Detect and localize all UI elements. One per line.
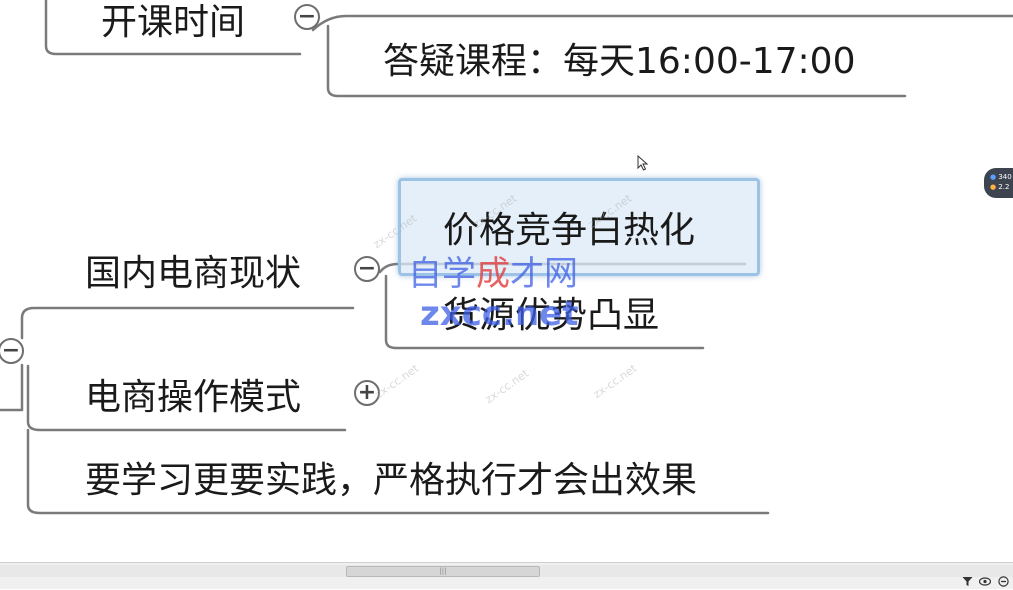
topic-guonei-dianshang[interactable]: 国内电商现状 [85, 256, 301, 292]
topic-yao-xuexi[interactable]: 要学习更要实践，严格执行才会出效果 [85, 463, 697, 499]
stats-widget[interactable]: ● 340 ● 2.2 [984, 168, 1013, 198]
watermark-url: zxcc.net [420, 294, 579, 334]
topic-dianshang-caozuo[interactable]: 电商操作模式 [85, 380, 301, 416]
branch-line-dayi [311, 14, 1013, 32]
horizontal-scrollbar[interactable]: ||| [0, 565, 1013, 577]
topic-dayi-kecheng[interactable]: 答疑课程：每天16:00-17:00 [383, 44, 855, 80]
mouse-cursor-icon [637, 155, 649, 171]
stats-line-1: 340 [998, 173, 1012, 181]
branch-line-guonei [20, 306, 355, 340]
status-icons [961, 576, 1013, 589]
watermark-chinese: 自学成才网 [408, 254, 578, 294]
bottom-bar: ||| [0, 562, 1013, 589]
topic-kaike-shijian[interactable]: 开课时间 [101, 5, 245, 41]
collapse-toggle-guonei[interactable]: − [354, 256, 380, 282]
scrollbar-thumb[interactable]: ||| [346, 566, 540, 577]
stats-line-2: 2.2 [998, 183, 1010, 191]
zoom-out-icon[interactable] [997, 576, 1009, 588]
filter-icon[interactable] [961, 576, 973, 588]
eye-icon[interactable] [978, 576, 992, 588]
branch-line-root [0, 363, 24, 412]
mindmap-canvas[interactable]: 开课时间 答疑课程：每天16:00-17:00 价格竞争白热化 国内电商现状 货… [0, 0, 1013, 562]
collapse-toggle-kaike[interactable]: − [294, 4, 320, 30]
